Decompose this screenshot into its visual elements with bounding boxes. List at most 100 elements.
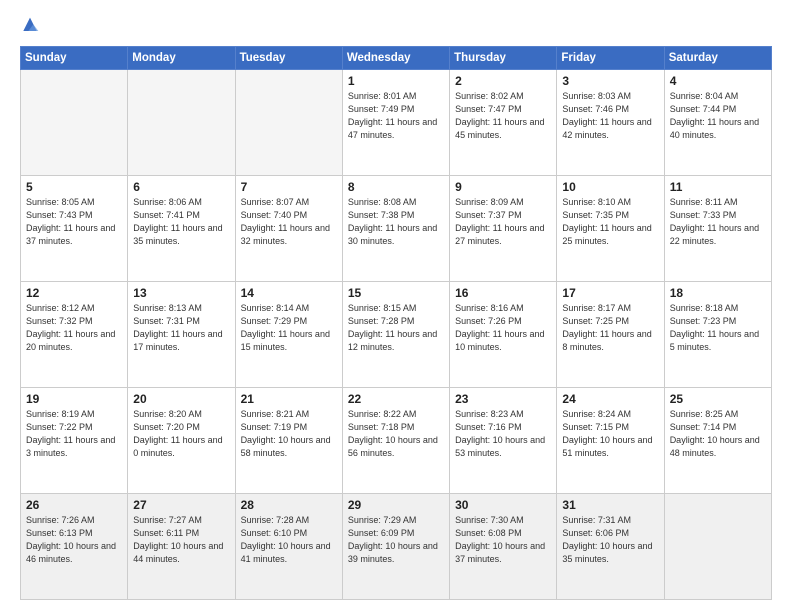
day-info: Sunrise: 8:20 AM Sunset: 7:20 PM Dayligh…	[133, 408, 229, 460]
calendar-cell: 22 Sunrise: 8:22 AM Sunset: 7:18 PM Dayli…	[342, 388, 449, 494]
day-info: Sunrise: 7:28 AM Sunset: 6:10 PM Dayligh…	[241, 514, 337, 566]
calendar-week-1: 1 Sunrise: 8:01 AM Sunset: 7:49 PM Daylig…	[21, 70, 772, 176]
calendar-cell: 8 Sunrise: 8:08 AM Sunset: 7:38 PM Daylig…	[342, 176, 449, 282]
calendar-cell: 10 Sunrise: 8:10 AM Sunset: 7:35 PM Dayli…	[557, 176, 664, 282]
calendar-cell: 6Sunrise: 8:06 AM Sunset: 7:41 PM Daylig…	[128, 176, 235, 282]
day-number: 14	[241, 286, 337, 300]
day-header-tuesday: Tuesday	[235, 47, 342, 70]
day-number: 21	[241, 392, 337, 406]
day-info: Sunrise: 8:22 AM Sunset: 7:18 PM Dayligh…	[348, 408, 444, 460]
calendar-cell: 30 Sunrise: 7:30 AM Sunset: 6:08 PM Dayli…	[450, 494, 557, 600]
calendar-cell: 12 Sunrise: 8:12 AM Sunset: 7:32 PM Dayli…	[21, 282, 128, 388]
day-info: Sunrise: 8:25 AM Sunset: 7:14 PM Dayligh…	[670, 408, 766, 460]
day-number: 30	[455, 498, 551, 512]
day-number: 10	[562, 180, 658, 194]
calendar-cell: 19 Sunrise: 8:19 AM Sunset: 7:22 PM Dayli…	[21, 388, 128, 494]
day-number: 3	[562, 74, 658, 88]
calendar-cell: 25 Sunrise: 8:25 AM Sunset: 7:14 PM Dayli…	[664, 388, 771, 494]
day-info: Sunrise: 8:08 AM Sunset: 7:38 PM Dayligh…	[348, 196, 444, 248]
day-header-friday: Friday	[557, 47, 664, 70]
day-info: Sunrise: 8:12 AM Sunset: 7:32 PM Dayligh…	[26, 302, 122, 354]
day-number: 31	[562, 498, 658, 512]
logo	[20, 16, 44, 36]
calendar-cell: 5Sunrise: 8:05 AM Sunset: 7:43 PM Daylig…	[21, 176, 128, 282]
day-number: 11	[670, 180, 766, 194]
header	[20, 16, 772, 36]
day-info: Sunrise: 8:19 AM Sunset: 7:22 PM Dayligh…	[26, 408, 122, 460]
calendar-cell: 18 Sunrise: 8:18 AM Sunset: 7:23 PM Dayli…	[664, 282, 771, 388]
day-info: Sunrise: 8:06 AM Sunset: 7:41 PM Dayligh…	[133, 196, 229, 248]
day-number: 29	[348, 498, 444, 512]
calendar-cell: 17 Sunrise: 8:17 AM Sunset: 7:25 PM Dayli…	[557, 282, 664, 388]
calendar-cell: 14 Sunrise: 8:14 AM Sunset: 7:29 PM Dayli…	[235, 282, 342, 388]
day-info: Sunrise: 7:27 AM Sunset: 6:11 PM Dayligh…	[133, 514, 229, 566]
day-info: Sunrise: 8:18 AM Sunset: 7:23 PM Dayligh…	[670, 302, 766, 354]
calendar-cell: 31 Sunrise: 7:31 AM Sunset: 6:06 PM Dayli…	[557, 494, 664, 600]
calendar-week-3: 12 Sunrise: 8:12 AM Sunset: 7:32 PM Dayli…	[21, 282, 772, 388]
day-info: Sunrise: 8:24 AM Sunset: 7:15 PM Dayligh…	[562, 408, 658, 460]
day-number: 4	[670, 74, 766, 88]
day-info: Sunrise: 7:26 AM Sunset: 6:13 PM Dayligh…	[26, 514, 122, 566]
calendar-cell: 11 Sunrise: 8:11 AM Sunset: 7:33 PM Dayli…	[664, 176, 771, 282]
day-info: Sunrise: 8:09 AM Sunset: 7:37 PM Dayligh…	[455, 196, 551, 248]
calendar-week-2: 5Sunrise: 8:05 AM Sunset: 7:43 PM Daylig…	[21, 176, 772, 282]
calendar-cell: 28 Sunrise: 7:28 AM Sunset: 6:10 PM Dayli…	[235, 494, 342, 600]
day-number: 13	[133, 286, 229, 300]
calendar-cell	[664, 494, 771, 600]
calendar-cell: 23Sunrise: 8:23 AM Sunset: 7:16 PM Dayli…	[450, 388, 557, 494]
day-number: 5	[26, 180, 122, 194]
day-number: 25	[670, 392, 766, 406]
day-number: 23	[455, 392, 551, 406]
day-header-monday: Monday	[128, 47, 235, 70]
calendar-week-4: 19 Sunrise: 8:19 AM Sunset: 7:22 PM Dayli…	[21, 388, 772, 494]
calendar-cell: 16 Sunrise: 8:16 AM Sunset: 7:26 PM Dayli…	[450, 282, 557, 388]
calendar-cell	[21, 70, 128, 176]
day-info: Sunrise: 8:17 AM Sunset: 7:25 PM Dayligh…	[562, 302, 658, 354]
day-number: 1	[348, 74, 444, 88]
day-number: 18	[670, 286, 766, 300]
calendar-cell: 27 Sunrise: 7:27 AM Sunset: 6:11 PM Dayli…	[128, 494, 235, 600]
day-header-sunday: Sunday	[21, 47, 128, 70]
day-number: 22	[348, 392, 444, 406]
day-info: Sunrise: 7:30 AM Sunset: 6:08 PM Dayligh…	[455, 514, 551, 566]
day-header-wednesday: Wednesday	[342, 47, 449, 70]
calendar-cell: 2Sunrise: 8:02 AM Sunset: 7:47 PM Daylig…	[450, 70, 557, 176]
calendar-cell: 13 Sunrise: 8:13 AM Sunset: 7:31 PM Dayli…	[128, 282, 235, 388]
day-number: 16	[455, 286, 551, 300]
day-info: Sunrise: 8:07 AM Sunset: 7:40 PM Dayligh…	[241, 196, 337, 248]
calendar-table: SundayMondayTuesdayWednesdayThursdayFrid…	[20, 46, 772, 600]
day-number: 8	[348, 180, 444, 194]
calendar-week-5: 26 Sunrise: 7:26 AM Sunset: 6:13 PM Dayli…	[21, 494, 772, 600]
day-number: 17	[562, 286, 658, 300]
day-info: Sunrise: 8:15 AM Sunset: 7:28 PM Dayligh…	[348, 302, 444, 354]
calendar-cell: 24Sunrise: 8:24 AM Sunset: 7:15 PM Dayli…	[557, 388, 664, 494]
logo-icon	[20, 16, 40, 36]
day-number: 7	[241, 180, 337, 194]
day-number: 28	[241, 498, 337, 512]
day-info: Sunrise: 8:02 AM Sunset: 7:47 PM Dayligh…	[455, 90, 551, 142]
day-number: 20	[133, 392, 229, 406]
day-info: Sunrise: 8:03 AM Sunset: 7:46 PM Dayligh…	[562, 90, 658, 142]
calendar-cell: 20 Sunrise: 8:20 AM Sunset: 7:20 PM Dayli…	[128, 388, 235, 494]
calendar-cell	[235, 70, 342, 176]
day-number: 19	[26, 392, 122, 406]
calendar-cell: 26 Sunrise: 7:26 AM Sunset: 6:13 PM Dayli…	[21, 494, 128, 600]
day-info: Sunrise: 8:21 AM Sunset: 7:19 PM Dayligh…	[241, 408, 337, 460]
day-number: 26	[26, 498, 122, 512]
calendar-header-row: SundayMondayTuesdayWednesdayThursdayFrid…	[21, 47, 772, 70]
day-number: 15	[348, 286, 444, 300]
day-info: Sunrise: 8:10 AM Sunset: 7:35 PM Dayligh…	[562, 196, 658, 248]
day-info: Sunrise: 8:11 AM Sunset: 7:33 PM Dayligh…	[670, 196, 766, 248]
day-info: Sunrise: 7:31 AM Sunset: 6:06 PM Dayligh…	[562, 514, 658, 566]
calendar-cell	[128, 70, 235, 176]
day-number: 27	[133, 498, 229, 512]
calendar-cell: 21 Sunrise: 8:21 AM Sunset: 7:19 PM Dayli…	[235, 388, 342, 494]
page: SundayMondayTuesdayWednesdayThursdayFrid…	[0, 0, 792, 612]
day-number: 9	[455, 180, 551, 194]
day-info: Sunrise: 8:01 AM Sunset: 7:49 PM Dayligh…	[348, 90, 444, 142]
day-info: Sunrise: 8:13 AM Sunset: 7:31 PM Dayligh…	[133, 302, 229, 354]
day-info: Sunrise: 8:14 AM Sunset: 7:29 PM Dayligh…	[241, 302, 337, 354]
day-number: 12	[26, 286, 122, 300]
calendar-cell: 7 Sunrise: 8:07 AM Sunset: 7:40 PM Daylig…	[235, 176, 342, 282]
day-info: Sunrise: 8:16 AM Sunset: 7:26 PM Dayligh…	[455, 302, 551, 354]
